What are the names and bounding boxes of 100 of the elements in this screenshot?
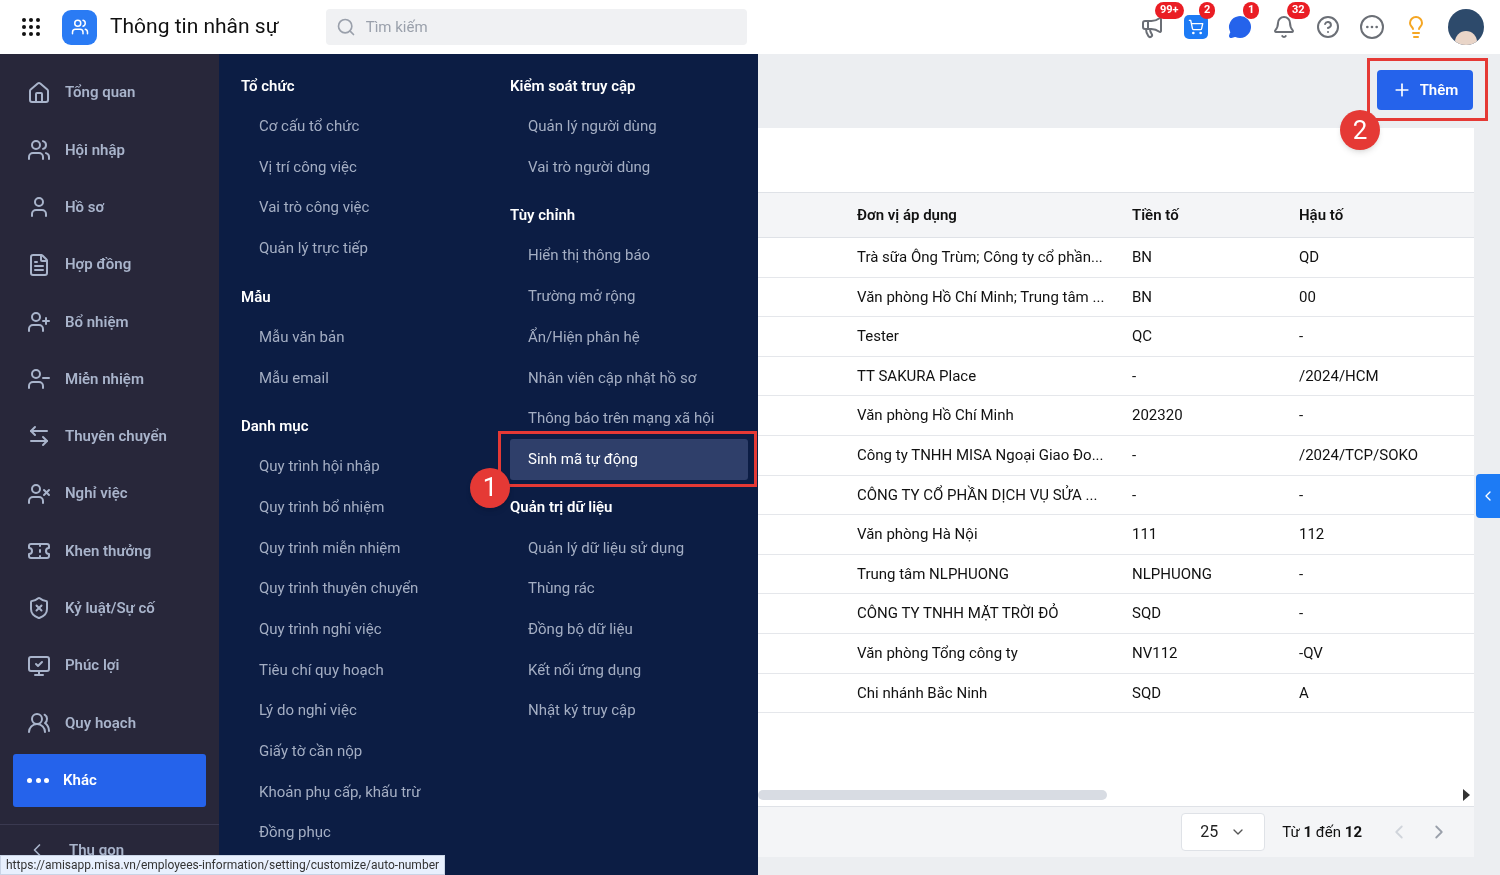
users-icon (27, 710, 51, 735)
table-cell-text: CÔNG TY CỔ PHẦN DỊCH VỤ SỬA ... (856, 484, 1099, 506)
menu-item[interactable]: Nhật ký truy cập (510, 690, 654, 731)
sidebar-item[interactable]: Tổng quan (13, 64, 206, 122)
count-badge: 1 (1243, 2, 1260, 19)
menu-item[interactable]: Giấy tờ cần nộp (241, 730, 381, 772)
swap-arrows-icon (27, 424, 51, 449)
menu-item[interactable]: Thùng rác (510, 568, 613, 609)
document-icon (27, 252, 51, 277)
menu-item[interactable]: Quản lý dữ liệu sử dụng (510, 527, 703, 569)
menu-item[interactable]: Cơ cấu tổ chức (241, 106, 378, 147)
sidebar-item[interactable]: Nghỉ việc (13, 465, 206, 523)
app-title: Thông tin nhân sự (110, 13, 279, 41)
user-plus-icon (27, 309, 51, 334)
menu-item[interactable]: Quy trình miễn nhiệm (241, 527, 419, 569)
menu-item[interactable]: Đồng phục (241, 812, 349, 853)
menu-item[interactable]: Lý do nghỉ việc (241, 690, 375, 731)
sidebar-item[interactable]: Bổ nhiệm (13, 293, 206, 351)
app-logo-icon (62, 9, 97, 45)
table-cell-text: SQD (1131, 682, 1163, 704)
table-cell-text: 111 (1131, 524, 1159, 546)
menu-group-title: Tổ chức (241, 75, 296, 97)
table-cell-text: CÔNG TY TNHH MẶT TRỜI ĐỎ (856, 602, 1060, 625)
horizontal-scrollbar[interactable] (758, 790, 1107, 800)
count-badge: 32 (1287, 2, 1310, 19)
sidebar-item[interactable]: Thuyên chuyển (13, 407, 206, 466)
column-header: Hậu tố (1298, 204, 1345, 226)
chat-icon[interactable] (1228, 15, 1252, 39)
bell-icon[interactable] (1272, 15, 1296, 39)
menu-item[interactable]: Vị trí công việc (241, 146, 375, 188)
sidebar-item[interactable]: Khen thưởng (13, 522, 206, 580)
table-cell-text: Chi nhánh Bắc Ninh (856, 682, 989, 704)
more-icon (27, 777, 49, 783)
menu-item[interactable]: Đồng bộ dữ liệu (510, 608, 651, 650)
menu-item[interactable]: Ẩn/Hiện phân hệ (510, 316, 658, 358)
menu-item[interactable]: Mẫu văn bản (241, 316, 363, 358)
menu-item[interactable]: Kết nối ứng dụng (510, 649, 660, 691)
menu-item[interactable]: Vai trò người dùng (510, 146, 669, 188)
step-number-badge: 2 (1340, 110, 1380, 150)
table-cell-text: - (1298, 484, 1305, 506)
link-preview-tooltip: https://amisapp.misa.vn/employees-information/setting/customize/auto-number (0, 855, 446, 875)
add-button[interactable]: Thêm (1377, 70, 1473, 110)
menu-item[interactable]: Quy trình bổ nhiệm (241, 486, 403, 528)
menu-item[interactable]: Mẫu email (241, 357, 347, 399)
menu-item[interactable]: Trường mở rộng (510, 276, 654, 317)
menu-item[interactable]: Quản lý người dùng (510, 106, 675, 147)
sidebar-item[interactable]: Phúc lợi (13, 636, 206, 695)
menu-item[interactable]: Vai trò công việc (241, 187, 388, 229)
menu-item[interactable]: Nhân viên cập nhật hồ sơ (510, 357, 715, 399)
page-range-text: Từ 1 đến 12 (1282, 821, 1362, 843)
menu-item[interactable]: Khoản phụ cấp, khấu trừ (241, 771, 439, 813)
menu-item[interactable]: Quản lý trực tiếp (241, 228, 386, 269)
table-cell-text: A (1298, 682, 1310, 704)
table-cell-text: /2024/HCM (1298, 365, 1380, 387)
table-cell-text: Trà sữa Ông Trùm; Công ty cổ phần... (856, 247, 1104, 269)
home-icon (27, 80, 51, 105)
table-cell-text: NLPHUONG (1131, 563, 1213, 585)
sidebar-item[interactable]: Miễn nhiệm (13, 350, 206, 408)
table-cell-text: Trung tâm NLPHUONG (856, 563, 1011, 585)
search-icon (335, 17, 356, 37)
sidebar-item[interactable]: Khác (13, 753, 206, 807)
menu-item[interactable]: Thông báo trên mạng xã hội (510, 398, 733, 439)
help-icon[interactable] (1316, 15, 1340, 39)
sidebar-item[interactable]: Hợp đồng (13, 235, 206, 294)
table-cell-text: NV112 (1131, 643, 1179, 664)
table-cell-text: BN (1131, 247, 1154, 269)
table-cell-text: - (1298, 405, 1305, 427)
table-cell-text: Công ty TNHH MISA Ngoại Giao Đo... (856, 445, 1105, 466)
table-cell-text: 112 (1298, 524, 1326, 546)
menu-item[interactable]: Hiển thị thông báo (510, 235, 669, 277)
more-icon[interactable] (1360, 15, 1384, 39)
search-field[interactable]: Tìm kiếm (325, 9, 747, 45)
table-cell-text: QC (1131, 326, 1154, 348)
sidebar-item[interactable]: Kỷ luật/Sự cố (13, 579, 206, 637)
menu-item[interactable]: Quy trình nghỉ việc (241, 608, 400, 650)
sidebar-item[interactable]: Hội nhập (13, 121, 206, 179)
column-header: Đơn vị áp dụng (856, 204, 958, 226)
menu-item[interactable]: Sinh mã tự động (510, 438, 748, 480)
table-cell-text: TT SAKURA Place (856, 365, 978, 387)
table-cell-text: - (1298, 603, 1305, 625)
table-cell-text: - (1298, 563, 1305, 585)
user-x-icon (27, 481, 51, 506)
menu-item[interactable]: Quy trình hội nhập (241, 446, 398, 487)
table-cell-text: Văn phòng Hồ Chí Minh (856, 405, 1015, 427)
megaphone-icon[interactable] (1140, 15, 1164, 39)
table-cell-text: 202320 (1131, 405, 1184, 427)
page-size-select[interactable]: 25 (1181, 813, 1266, 851)
sidebar-item[interactable]: Quy hoạch (13, 694, 206, 752)
sidebar-item[interactable]: Hồ sơ (13, 178, 206, 236)
table-cell-text: - (1131, 445, 1138, 466)
menu-item[interactable]: Tiêu chí quy hoạch (241, 649, 402, 691)
table-cell-text: - (1298, 326, 1305, 348)
table-cell-text: -QV (1298, 643, 1324, 664)
menu-group-title: Tùy chỉnh (510, 205, 577, 227)
step-number-badge: 1 (470, 467, 510, 508)
table-cell-text: Văn phòng Hà Nội (856, 524, 979, 546)
avatar[interactable] (1448, 9, 1484, 45)
menu-item[interactable]: Quy trình thuyên chuyển (241, 568, 437, 609)
app-grid-icon[interactable] (22, 18, 40, 36)
cart-icon[interactable] (1184, 15, 1208, 39)
